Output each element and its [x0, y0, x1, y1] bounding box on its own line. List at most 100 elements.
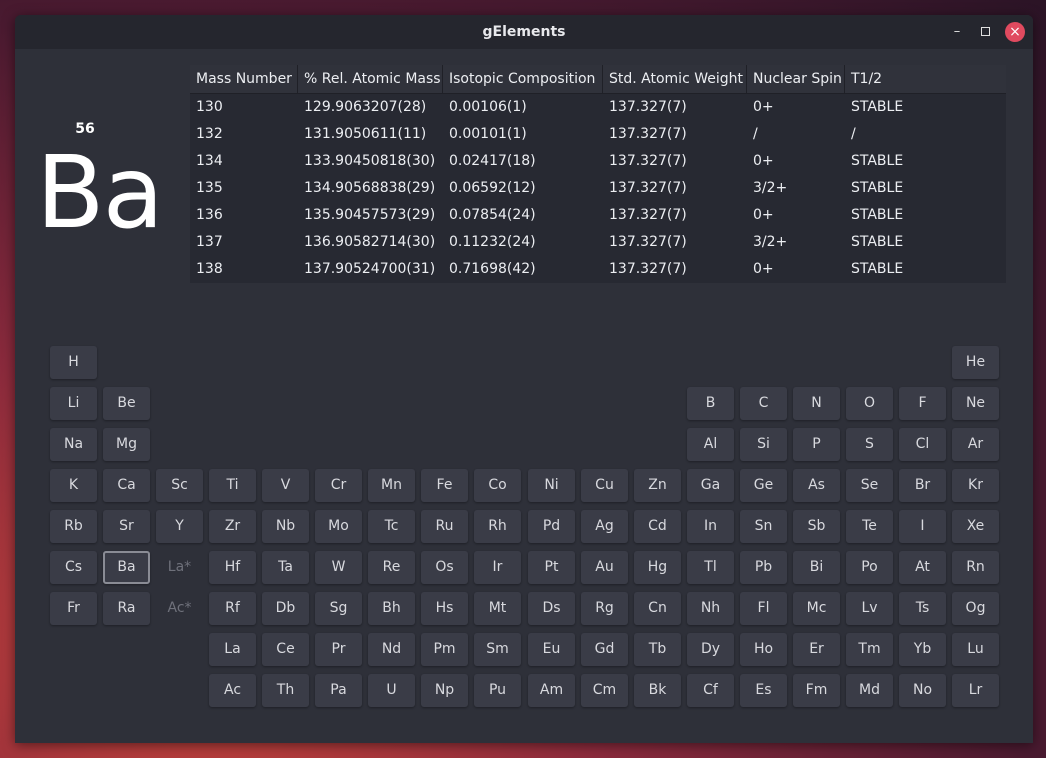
table-row[interactable]: 138 137.90524700(31) 0.71698(42) 137.327(7)… [190, 256, 1006, 283]
element-button[interactable]: Cd [634, 510, 681, 543]
element-button[interactable]: Lu [952, 633, 999, 666]
element-button[interactable]: I [899, 510, 946, 543]
element-button[interactable]: Sg [315, 592, 362, 625]
element-button[interactable]: Na [50, 428, 97, 461]
element-button[interactable]: Np [421, 674, 468, 707]
element-button[interactable]: Cl [899, 428, 946, 461]
element-button[interactable]: Be [103, 387, 150, 420]
element-button[interactable]: Mo [315, 510, 362, 543]
element-button[interactable]: Re [368, 551, 415, 584]
element-button[interactable]: Gd [581, 633, 628, 666]
maximize-button[interactable] [975, 22, 995, 42]
element-button[interactable]: Pb [740, 551, 787, 584]
element-button[interactable]: Tb [634, 633, 681, 666]
element-button[interactable]: Ts [899, 592, 946, 625]
element-button[interactable]: Ir [474, 551, 521, 584]
element-button[interactable]: La [209, 633, 256, 666]
element-button[interactable]: Nh [687, 592, 734, 625]
element-button[interactable]: Kr [952, 469, 999, 502]
element-button[interactable]: Ni [528, 469, 575, 502]
element-button[interactable]: Ar [952, 428, 999, 461]
element-button[interactable]: Ti [209, 469, 256, 502]
element-button[interactable]: Ho [740, 633, 787, 666]
element-button[interactable]: Y [156, 510, 203, 543]
element-button[interactable]: Hf [209, 551, 256, 584]
element-button[interactable]: Lv [846, 592, 893, 625]
element-button[interactable]: Ca [103, 469, 150, 502]
table-row[interactable]: 135 134.90568838(29) 0.06592(12) 137.327(7)… [190, 175, 1006, 202]
element-button[interactable]: Nb [262, 510, 309, 543]
element-button[interactable]: Fm [793, 674, 840, 707]
close-button[interactable]: × [1005, 22, 1025, 42]
element-button[interactable]: Zr [209, 510, 256, 543]
column-header-isotopic-composition[interactable]: Isotopic Composition [443, 65, 603, 93]
element-button[interactable]: Pt [528, 551, 575, 584]
column-header-std-atomic-weight[interactable]: Std. Atomic Weight [603, 65, 747, 93]
element-button[interactable]: Fr [50, 592, 97, 625]
column-header-nuclear-spin[interactable]: Nuclear Spin [747, 65, 845, 93]
element-button[interactable]: Md [846, 674, 893, 707]
table-row[interactable]: 130 129.9063207(28) 0.00106(1) 137.327(7) 0+… [190, 94, 1006, 121]
element-button[interactable]: Mt [474, 592, 521, 625]
element-button[interactable]: Hg [634, 551, 681, 584]
element-button[interactable]: Eu [528, 633, 575, 666]
element-button[interactable]: He [952, 346, 999, 379]
element-button[interactable]: C [740, 387, 787, 420]
element-button[interactable]: Cm [581, 674, 628, 707]
element-button[interactable]: Bk [634, 674, 681, 707]
element-button[interactable]: Sb [793, 510, 840, 543]
element-button[interactable]: Pm [421, 633, 468, 666]
column-header-rel-atomic-mass[interactable]: % Rel. Atomic Mass [298, 65, 443, 93]
element-button[interactable]: Ac [209, 674, 256, 707]
element-button[interactable]: F [899, 387, 946, 420]
element-button[interactable]: Sr [103, 510, 150, 543]
element-button[interactable]: K [50, 469, 97, 502]
table-row[interactable]: 134 133.90450818(30) 0.02417(18) 137.327(7)… [190, 148, 1006, 175]
element-button[interactable]: Og [952, 592, 999, 625]
element-button[interactable]: Ge [740, 469, 787, 502]
table-row[interactable]: 137 136.90582714(30) 0.11232(24) 137.327(7)… [190, 229, 1006, 256]
element-button[interactable]: Tm [846, 633, 893, 666]
element-button[interactable]: Cu [581, 469, 628, 502]
element-button[interactable]: Rf [209, 592, 256, 625]
element-button[interactable]: Cn [634, 592, 681, 625]
element-button[interactable]: Bh [368, 592, 415, 625]
element-button[interactable]: Sn [740, 510, 787, 543]
element-button[interactable]: Ce [262, 633, 309, 666]
element-button[interactable]: Rb [50, 510, 97, 543]
element-button[interactable]: O [846, 387, 893, 420]
element-button[interactable]: No [899, 674, 946, 707]
element-button[interactable]: Ne [952, 387, 999, 420]
element-button[interactable]: Si [740, 428, 787, 461]
element-button[interactable]: Am [528, 674, 575, 707]
element-button[interactable]: Zn [634, 469, 681, 502]
title-bar[interactable]: gElements – × [15, 15, 1033, 49]
element-button[interactable]: Cs [50, 551, 97, 584]
element-button[interactable]: Pu [474, 674, 521, 707]
element-button[interactable]: V [262, 469, 309, 502]
element-button[interactable]: Ba [103, 551, 150, 584]
element-button[interactable]: Ga [687, 469, 734, 502]
element-button[interactable]: Pa [315, 674, 362, 707]
element-button[interactable]: Sc [156, 469, 203, 502]
element-button[interactable]: Cf [687, 674, 734, 707]
element-button[interactable]: Db [262, 592, 309, 625]
element-button[interactable]: B [687, 387, 734, 420]
element-button[interactable]: P [793, 428, 840, 461]
table-row[interactable]: 136 135.90457573(29) 0.07854(24) 137.327(7)… [190, 202, 1006, 229]
column-header-mass-number[interactable]: Mass Number [190, 65, 298, 93]
element-button[interactable]: Bi [793, 551, 840, 584]
element-button[interactable]: Sm [474, 633, 521, 666]
element-button[interactable]: Cr [315, 469, 362, 502]
element-button[interactable]: Pd [528, 510, 575, 543]
element-button[interactable]: Es [740, 674, 787, 707]
element-button[interactable]: Yb [899, 633, 946, 666]
element-button[interactable]: Br [899, 469, 946, 502]
element-button[interactable]: Ta [262, 551, 309, 584]
element-button[interactable]: W [315, 551, 362, 584]
element-button[interactable]: Mg [103, 428, 150, 461]
element-button[interactable]: As [793, 469, 840, 502]
element-button[interactable]: Pr [315, 633, 362, 666]
element-button[interactable]: Po [846, 551, 893, 584]
element-button[interactable]: Xe [952, 510, 999, 543]
